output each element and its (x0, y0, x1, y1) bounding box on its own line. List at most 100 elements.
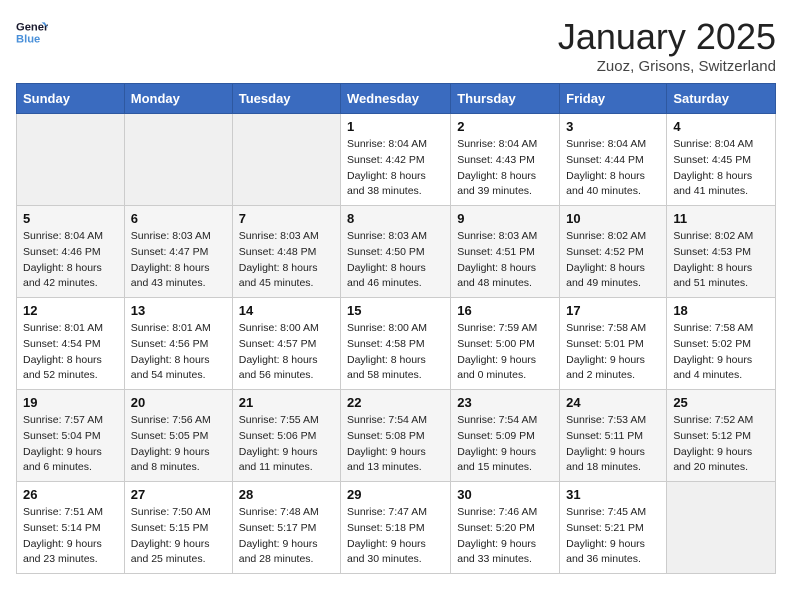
day-number: 10 (566, 211, 660, 226)
calendar-cell: 4 Sunrise: 8:04 AM Sunset: 4:45 PM Daylig… (667, 114, 776, 206)
day-number: 29 (347, 487, 444, 502)
day-info: Sunrise: 8:03 AM Sunset: 4:51 PM Dayligh… (457, 229, 553, 292)
calendar-cell: 16Sunrise: 7:59 AM Sunset: 5:00 PM Dayli… (451, 298, 560, 390)
calendar-cell: 13 Sunrise: 8:01 AM Sunset: 4:56 PM Dayli… (124, 298, 232, 390)
calendar-cell (232, 114, 340, 206)
day-number: 25 (673, 395, 769, 410)
day-number: 2 (457, 119, 553, 134)
day-info: Sunrise: 7:53 AM Sunset: 5:11 PM Dayligh… (566, 413, 660, 476)
day-number: 19 (23, 395, 118, 410)
day-number: 22 (347, 395, 444, 410)
day-info: Sunrise: 7:48 AM Sunset: 5:17 PM Dayligh… (239, 505, 334, 568)
day-info: Sunrise: 8:04 AM Sunset: 4:45 PM Dayligh… (673, 137, 769, 200)
day-info: Sunrise: 7:54 AM Sunset: 5:09 PM Dayligh… (457, 413, 553, 476)
calendar-cell: 20 Sunrise: 7:56 AM Sunset: 5:05 PM Dayli… (124, 390, 232, 482)
day-info: Sunrise: 8:04 AM Sunset: 4:46 PM Dayligh… (23, 229, 118, 292)
calendar-cell: 11 Sunrise: 8:02 AM Sunset: 4:53 PM Dayli… (667, 206, 776, 298)
day-number: 13 (131, 303, 226, 318)
day-info: Sunrise: 8:04 AM Sunset: 4:43 PM Dayligh… (457, 137, 553, 200)
calendar-week-1: 1Sunrise: 8:04 AM Sunset: 4:42 PM Daylig… (17, 114, 776, 206)
day-info: Sunrise: 7:52 AM Sunset: 5:12 PM Dayligh… (673, 413, 769, 476)
logo-icon: General Blue (16, 16, 48, 48)
calendar-cell (124, 114, 232, 206)
calendar-cell: 10 Sunrise: 8:02 AM Sunset: 4:52 PM Dayli… (560, 206, 667, 298)
calendar-cell: 9 Sunrise: 8:03 AM Sunset: 4:51 PM Daylig… (451, 206, 560, 298)
day-number: 28 (239, 487, 334, 502)
calendar-cell: 2 Sunrise: 8:04 AM Sunset: 4:43 PM Daylig… (451, 114, 560, 206)
calendar-cell: 3 Sunrise: 8:04 AM Sunset: 4:44 PM Daylig… (560, 114, 667, 206)
calendar-cell: 31Sunrise: 7:45 AM Sunset: 5:21 PM Dayli… (560, 482, 667, 574)
day-number: 31 (566, 487, 660, 502)
weekday-header-row: SundayMondayTuesdayWednesdayThursdayFrid… (17, 84, 776, 114)
day-info: Sunrise: 8:03 AM Sunset: 4:47 PM Dayligh… (131, 229, 226, 292)
weekday-header-sunday: Sunday (17, 84, 125, 114)
day-info: Sunrise: 7:58 AM Sunset: 5:02 PM Dayligh… (673, 321, 769, 384)
calendar-cell: 30 Sunrise: 7:46 AM Sunset: 5:20 PM Dayli… (451, 482, 560, 574)
day-number: 24 (566, 395, 660, 410)
day-number: 23 (457, 395, 553, 410)
calendar-cell: 14Sunrise: 8:00 AM Sunset: 4:57 PM Dayli… (232, 298, 340, 390)
calendar-cell: 1Sunrise: 8:04 AM Sunset: 4:42 PM Daylig… (341, 114, 451, 206)
calendar-cell: 25 Sunrise: 7:52 AM Sunset: 5:12 PM Dayli… (667, 390, 776, 482)
day-info: Sunrise: 8:04 AM Sunset: 4:42 PM Dayligh… (347, 137, 444, 200)
calendar-cell: 24 Sunrise: 7:53 AM Sunset: 5:11 PM Dayli… (560, 390, 667, 482)
calendar-cell: 29 Sunrise: 7:47 AM Sunset: 5:18 PM Dayli… (341, 482, 451, 574)
day-info: Sunrise: 8:01 AM Sunset: 4:54 PM Dayligh… (23, 321, 118, 384)
day-info: Sunrise: 7:55 AM Sunset: 5:06 PM Dayligh… (239, 413, 334, 476)
day-info: Sunrise: 8:00 AM Sunset: 4:58 PM Dayligh… (347, 321, 444, 384)
day-number: 4 (673, 119, 769, 134)
day-info: Sunrise: 8:02 AM Sunset: 4:52 PM Dayligh… (566, 229, 660, 292)
calendar-cell: 21Sunrise: 7:55 AM Sunset: 5:06 PM Dayli… (232, 390, 340, 482)
day-info: Sunrise: 8:04 AM Sunset: 4:44 PM Dayligh… (566, 137, 660, 200)
day-number: 6 (131, 211, 226, 226)
day-number: 26 (23, 487, 118, 502)
day-info: Sunrise: 7:47 AM Sunset: 5:18 PM Dayligh… (347, 505, 444, 568)
day-info: Sunrise: 7:46 AM Sunset: 5:20 PM Dayligh… (457, 505, 553, 568)
calendar-table: SundayMondayTuesdayWednesdayThursdayFrid… (16, 83, 776, 574)
page-header: General Blue January 2025 Zuoz, Grisons,… (16, 16, 776, 75)
day-info: Sunrise: 7:51 AM Sunset: 5:14 PM Dayligh… (23, 505, 118, 568)
svg-text:Blue: Blue (16, 33, 40, 45)
day-number: 11 (673, 211, 769, 226)
day-number: 17 (566, 303, 660, 318)
weekday-header-saturday: Saturday (667, 84, 776, 114)
location: Zuoz, Grisons, Switzerland (558, 58, 776, 75)
day-info: Sunrise: 8:03 AM Sunset: 4:50 PM Dayligh… (347, 229, 444, 292)
calendar-week-2: 5 Sunrise: 8:04 AM Sunset: 4:46 PM Daylig… (17, 206, 776, 298)
day-number: 9 (457, 211, 553, 226)
calendar-cell: 27Sunrise: 7:50 AM Sunset: 5:15 PM Dayli… (124, 482, 232, 574)
calendar-week-5: 26 Sunrise: 7:51 AM Sunset: 5:14 PM Dayli… (17, 482, 776, 574)
day-number: 3 (566, 119, 660, 134)
calendar-cell: 18Sunrise: 7:58 AM Sunset: 5:02 PM Dayli… (667, 298, 776, 390)
day-number: 20 (131, 395, 226, 410)
day-info: Sunrise: 7:59 AM Sunset: 5:00 PM Dayligh… (457, 321, 553, 384)
day-number: 12 (23, 303, 118, 318)
day-info: Sunrise: 7:50 AM Sunset: 5:15 PM Dayligh… (131, 505, 226, 568)
calendar-cell: 6 Sunrise: 8:03 AM Sunset: 4:47 PM Daylig… (124, 206, 232, 298)
day-number: 5 (23, 211, 118, 226)
calendar-cell: 15 Sunrise: 8:00 AM Sunset: 4:58 PM Dayli… (341, 298, 451, 390)
day-number: 30 (457, 487, 553, 502)
calendar-cell: 19 Sunrise: 7:57 AM Sunset: 5:04 PM Dayli… (17, 390, 125, 482)
day-number: 15 (347, 303, 444, 318)
calendar-cell: 8Sunrise: 8:03 AM Sunset: 4:50 PM Daylig… (341, 206, 451, 298)
calendar-week-3: 12 Sunrise: 8:01 AM Sunset: 4:54 PM Dayli… (17, 298, 776, 390)
calendar-cell: 5 Sunrise: 8:04 AM Sunset: 4:46 PM Daylig… (17, 206, 125, 298)
day-info: Sunrise: 7:56 AM Sunset: 5:05 PM Dayligh… (131, 413, 226, 476)
day-info: Sunrise: 7:54 AM Sunset: 5:08 PM Dayligh… (347, 413, 444, 476)
day-info: Sunrise: 8:01 AM Sunset: 4:56 PM Dayligh… (131, 321, 226, 384)
weekday-header-tuesday: Tuesday (232, 84, 340, 114)
calendar-cell: 7Sunrise: 8:03 AM Sunset: 4:48 PM Daylig… (232, 206, 340, 298)
weekday-header-friday: Friday (560, 84, 667, 114)
day-info: Sunrise: 7:57 AM Sunset: 5:04 PM Dayligh… (23, 413, 118, 476)
day-number: 14 (239, 303, 334, 318)
day-info: Sunrise: 8:03 AM Sunset: 4:48 PM Dayligh… (239, 229, 334, 292)
day-info: Sunrise: 7:58 AM Sunset: 5:01 PM Dayligh… (566, 321, 660, 384)
calendar-cell: 23 Sunrise: 7:54 AM Sunset: 5:09 PM Dayli… (451, 390, 560, 482)
logo: General Blue (16, 16, 48, 48)
day-info: Sunrise: 8:02 AM Sunset: 4:53 PM Dayligh… (673, 229, 769, 292)
calendar-cell: 22 Sunrise: 7:54 AM Sunset: 5:08 PM Dayli… (341, 390, 451, 482)
calendar-cell (17, 114, 125, 206)
title-block: January 2025 Zuoz, Grisons, Switzerland (558, 16, 776, 75)
month-title: January 2025 (558, 16, 776, 58)
